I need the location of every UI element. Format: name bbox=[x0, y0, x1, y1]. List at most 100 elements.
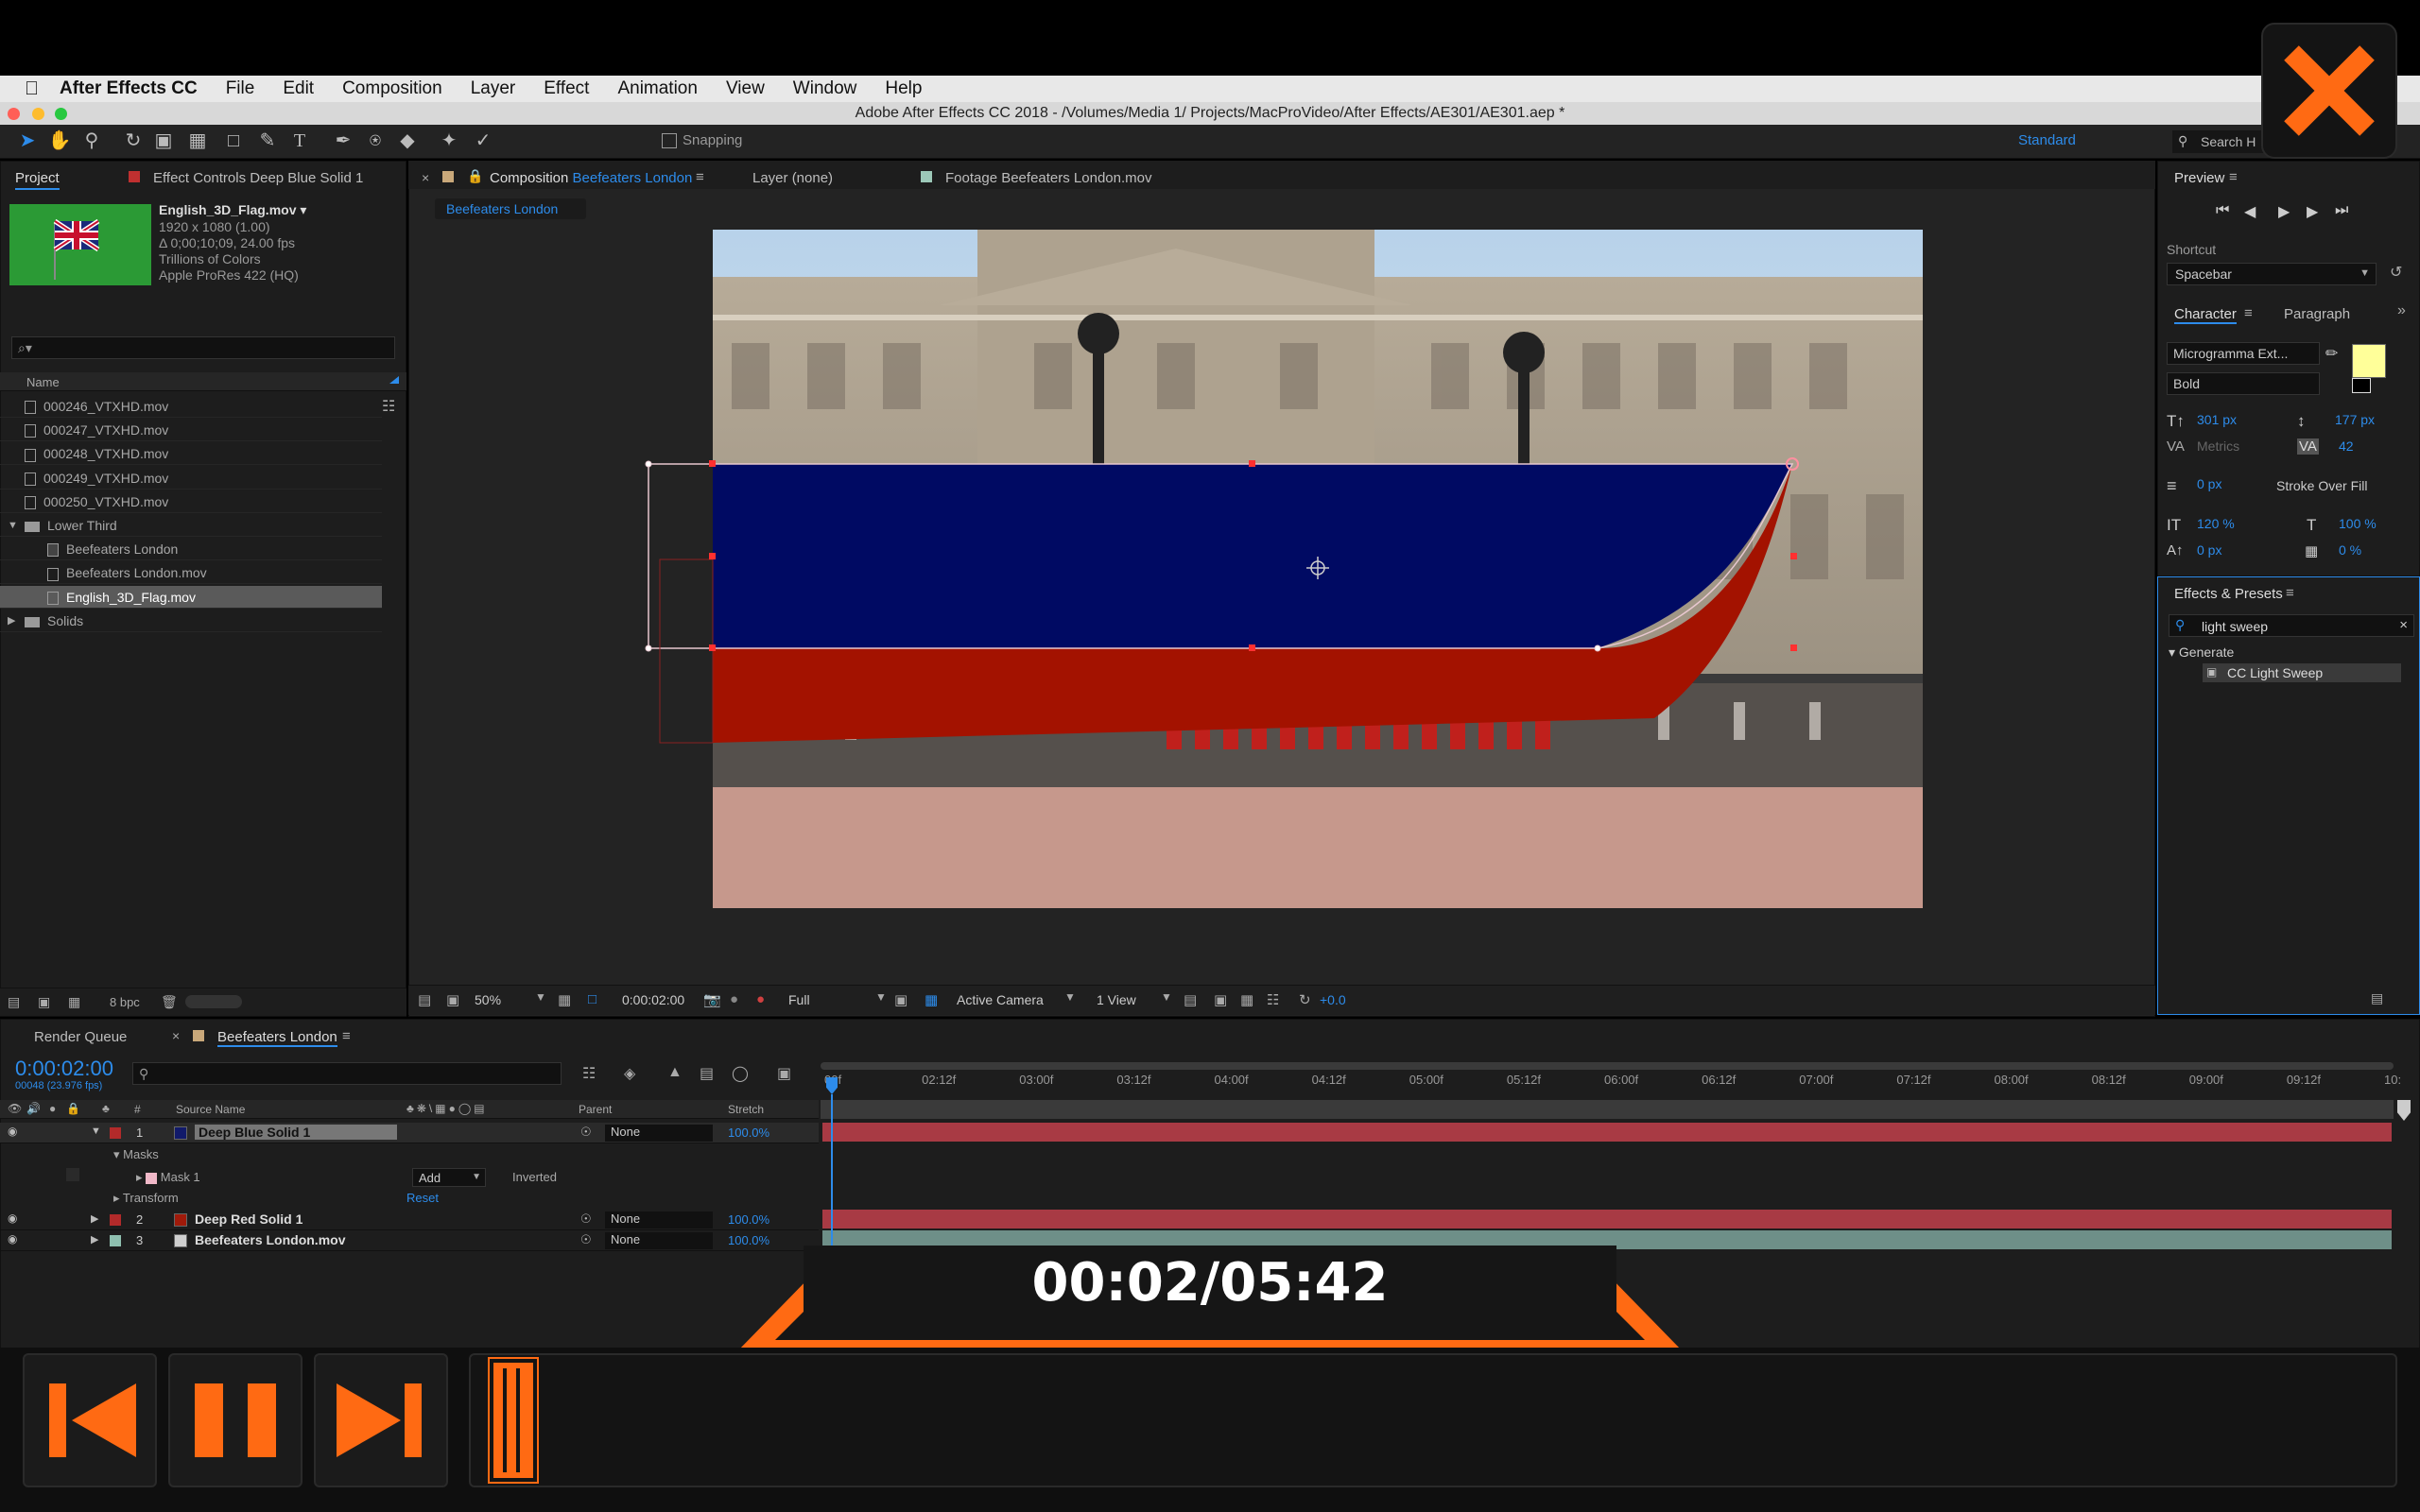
expand-panel-icon[interactable]: » bbox=[2397, 302, 2406, 319]
close-player-button[interactable] bbox=[2261, 23, 2397, 159]
pause-button[interactable] bbox=[168, 1353, 302, 1487]
transparency-grid-icon[interactable]: ▦ bbox=[925, 991, 938, 1008]
safe-zones-icon[interactable]: ▦ bbox=[558, 991, 571, 1008]
timeline-current-time[interactable]: 0:00:02:00 bbox=[15, 1057, 113, 1081]
first-frame-icon[interactable]: ⏮ bbox=[2216, 202, 2229, 219]
mask-visibility-toggle[interactable] bbox=[66, 1168, 79, 1181]
layer-visibility-icon[interactable]: ◉ bbox=[8, 1125, 17, 1138]
resolution-dropdown[interactable]: Full bbox=[788, 992, 810, 1007]
layer-name[interactable]: Deep Red Solid 1 bbox=[195, 1211, 302, 1227]
layer-name[interactable]: Deep Blue Solid 1 bbox=[195, 1125, 397, 1140]
video-toggle-icon[interactable]: 👁 bbox=[8, 1102, 22, 1115]
layer-1-bar[interactable] bbox=[822, 1123, 2392, 1142]
clear-search-icon[interactable]: × bbox=[2399, 617, 2408, 633]
label-column-icon[interactable]: ♣ bbox=[102, 1102, 110, 1115]
tab-timeline-comp[interactable]: Beefeaters London bbox=[217, 1029, 337, 1047]
stroke-color-swatch[interactable] bbox=[2352, 378, 2371, 393]
fast-previews-icon[interactable]: ▣ bbox=[1214, 991, 1227, 1008]
fill-color-swatch[interactable] bbox=[2352, 344, 2386, 378]
lock-toggle-icon[interactable]: 🔒 bbox=[66, 1102, 80, 1115]
leading-value[interactable]: 177 px bbox=[2335, 412, 2375, 427]
audio-toggle-icon[interactable]: 🔊 bbox=[26, 1102, 41, 1115]
effects-search-input[interactable]: ⚲ light sweep × bbox=[2169, 614, 2414, 637]
parent-column[interactable]: Parent bbox=[579, 1103, 612, 1116]
exposure-value[interactable]: +0.0 bbox=[1320, 992, 1346, 1007]
effects-group-generate[interactable]: ▾ Generate bbox=[2169, 644, 2234, 661]
layer-label-color[interactable] bbox=[110, 1214, 121, 1226]
play-icon[interactable]: ▶ bbox=[2278, 202, 2290, 221]
monitor-icon[interactable]: ▣ bbox=[446, 991, 459, 1008]
layer-expand-icon[interactable]: ▶ bbox=[91, 1212, 98, 1225]
layer-stretch-value[interactable]: 100.0% bbox=[728, 1212, 769, 1227]
effect-cc-light-sweep[interactable]: ▣ CC Light Sweep bbox=[2203, 663, 2401, 682]
show-snapshot-icon[interactable]: ● bbox=[730, 991, 738, 1007]
layer-visibility-icon[interactable]: ◉ bbox=[8, 1211, 17, 1225]
stroke-mode-dropdown[interactable]: Stroke Over Fill bbox=[2276, 478, 2367, 493]
close-timeline-tab-icon[interactable]: × bbox=[172, 1028, 180, 1043]
seek-bar[interactable] bbox=[469, 1353, 2397, 1487]
shortcut-dropdown[interactable]: Spacebar ▼ bbox=[2167, 263, 2377, 285]
horizontal-scale-value[interactable]: 100 % bbox=[2339, 516, 2377, 531]
magnification-dropdown[interactable]: 50% bbox=[475, 992, 501, 1007]
solo-toggle-icon[interactable]: ● bbox=[49, 1102, 56, 1115]
font-style-dropdown[interactable]: Bold bbox=[2167, 372, 2320, 395]
tracking-value[interactable]: 42 bbox=[2339, 438, 2354, 454]
effects-menu-icon[interactable]: ≡ bbox=[2286, 585, 2294, 601]
seek-handle[interactable] bbox=[489, 1359, 537, 1482]
region-of-interest-icon[interactable]: ▣ bbox=[894, 991, 908, 1008]
layer-visibility-icon[interactable]: ◉ bbox=[8, 1232, 17, 1246]
layer-row[interactable]: ◉ ▶ 2 Deep Red Solid 1 ☉ None 100.0% bbox=[0, 1210, 819, 1230]
source-name-column[interactable]: Source Name bbox=[176, 1103, 245, 1116]
preview-menu-icon[interactable]: ≡ bbox=[2229, 169, 2238, 185]
layer-row[interactable]: ◉ ▶ 3 Beefeaters London.mov ☉ None 100.0% bbox=[0, 1230, 819, 1251]
layer-name[interactable]: Beefeaters London.mov bbox=[195, 1232, 345, 1247]
timeline-search-input[interactable]: ⚲ bbox=[132, 1062, 562, 1085]
last-frame-icon[interactable]: ⏭ bbox=[2335, 202, 2348, 219]
previous-button[interactable] bbox=[23, 1353, 157, 1487]
draft-3d-icon[interactable]: ◈ bbox=[624, 1064, 635, 1083]
layer-2-bar[interactable] bbox=[822, 1210, 2392, 1228]
font-size-value[interactable]: 301 px bbox=[2197, 412, 2237, 427]
shy-layers-icon[interactable]: ▲ bbox=[667, 1064, 683, 1081]
view-layout-dropdown[interactable]: 1 View bbox=[1097, 992, 1136, 1007]
parent-pickwhip-icon[interactable]: ☉ bbox=[580, 1211, 592, 1227]
work-area-bar[interactable] bbox=[821, 1062, 2394, 1070]
layer-row[interactable]: ◉ ▼ 1 Deep Blue Solid 1 ☉ None 100.0% bbox=[0, 1123, 819, 1143]
tsume-value[interactable]: 0 % bbox=[2339, 542, 2361, 558]
masks-group[interactable]: ▾ Masks bbox=[113, 1143, 159, 1166]
tab-render-queue[interactable]: Render Queue bbox=[34, 1029, 127, 1045]
mask-inverted-label[interactable]: Inverted bbox=[512, 1166, 557, 1189]
reset-exposure-icon[interactable]: ↻ bbox=[1299, 991, 1311, 1008]
stroke-width-value[interactable]: 0 px bbox=[2197, 476, 2221, 491]
reset-shortcut-icon[interactable]: ↺ bbox=[2390, 263, 2402, 282]
camera-view-dropdown[interactable]: Active Camera bbox=[957, 992, 1044, 1007]
graph-editor-icon[interactable]: ▣ bbox=[777, 1064, 791, 1083]
font-family-dropdown[interactable]: Microgramma Ext... bbox=[2167, 342, 2320, 365]
frame-blending-icon[interactable]: ▤ bbox=[700, 1064, 714, 1083]
mask-mode-dropdown[interactable]: Add ▼ bbox=[412, 1168, 486, 1187]
current-time-display[interactable]: 0:00:02:00 bbox=[622, 992, 684, 1007]
channel-icon[interactable]: ● bbox=[756, 991, 765, 1007]
motion-blur-icon[interactable]: ◯ bbox=[732, 1064, 749, 1083]
flowchart-view-icon[interactable]: ☷ bbox=[1267, 991, 1279, 1008]
character-menu-icon[interactable]: ≡ bbox=[2244, 305, 2253, 321]
blue-solid-shape[interactable] bbox=[713, 464, 1792, 648]
always-preview-icon[interactable]: ▤ bbox=[418, 991, 431, 1008]
parent-dropdown[interactable]: None bbox=[605, 1125, 713, 1142]
kerning-value[interactable]: Metrics bbox=[2197, 438, 2239, 454]
comp-mini-flowchart-icon[interactable]: ☷ bbox=[582, 1064, 596, 1083]
timeline-menu-icon[interactable]: ≡ bbox=[342, 1028, 351, 1044]
mask-1-row[interactable]: ▸ Mask 1 bbox=[136, 1166, 200, 1189]
baseline-shift-value[interactable]: 0 px bbox=[2197, 542, 2221, 558]
layer-label-color[interactable] bbox=[110, 1127, 121, 1139]
parent-dropdown[interactable]: None bbox=[605, 1211, 713, 1228]
toggle-pixel-aspect-icon[interactable]: ▤ bbox=[1184, 991, 1197, 1008]
timeline-icon[interactable]: ▦ bbox=[1240, 991, 1253, 1008]
layer-stretch-value[interactable]: 100.0% bbox=[728, 1125, 769, 1140]
snapshot-icon[interactable]: 📷 bbox=[703, 991, 721, 1008]
transform-group[interactable]: ▸ Transform bbox=[113, 1187, 179, 1210]
parent-pickwhip-icon[interactable]: ☉ bbox=[580, 1125, 592, 1140]
previous-frame-icon[interactable]: ◀ bbox=[2244, 202, 2256, 221]
parent-pickwhip-icon[interactable]: ☉ bbox=[580, 1232, 592, 1247]
eyedropper-icon[interactable]: ✏ bbox=[2325, 344, 2338, 363]
